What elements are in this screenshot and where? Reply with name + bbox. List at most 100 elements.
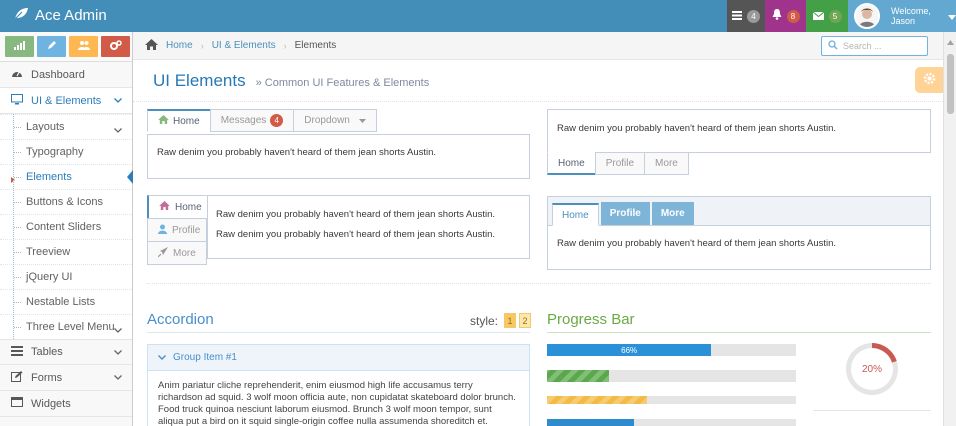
shortcut-chart-button[interactable] [5, 36, 34, 57]
bell-icon [772, 9, 782, 23]
easy-pie-chart-center: 20% [851, 348, 893, 390]
search-input[interactable]: Search ... [821, 36, 928, 56]
breadcrumb-home-link[interactable]: Home [166, 40, 193, 51]
sidebar-shortcuts [0, 32, 132, 62]
tab-home[interactable]: Home [547, 152, 596, 175]
search-placeholder: Search ... [843, 41, 882, 51]
accordion-title: Accordion [147, 311, 214, 328]
sidebar-subitem-layouts[interactable]: Layouts [0, 114, 132, 139]
accordion-group-1-header[interactable]: Group Item #1 [147, 344, 530, 371]
progress-title: Progress Bar [547, 311, 635, 328]
tab-profile[interactable]: Profile [600, 202, 650, 225]
accordion-group-1-body: Anim pariatur cliche reprehenderit, enim… [147, 371, 530, 426]
tabset-top: Home Messages 4 Dropdown [147, 109, 377, 132]
sidebar-subitem-treeview[interactable]: Treeview [0, 239, 132, 264]
breadcrumb: Home › UI & Elements › Elements Search .… [133, 32, 943, 60]
pie-divider [813, 410, 931, 411]
tab-more[interactable]: More [651, 202, 694, 225]
progress-bar-1-fill: 66% [547, 344, 712, 356]
sidebar-item-widgets[interactable]: Widgets [0, 391, 132, 417]
tab-profile[interactable]: Profile [594, 152, 646, 175]
notifications-button[interactable]: 8 [765, 0, 806, 32]
sidebar-item-tables[interactable]: Tables [0, 339, 132, 365]
accordion-group-text: Anim pariatur cliche reprehenderit, enim… [158, 380, 516, 426]
sidebar-subitem-three-level-menu[interactable]: Three Level Menu [0, 314, 132, 339]
home-icon [158, 115, 169, 127]
sidebar-item-ui-elements[interactable]: UI & Elements [0, 88, 132, 114]
welcome-text: Welcome, [891, 6, 931, 16]
chevron-down-icon [158, 352, 166, 363]
tab-label: Profile [609, 208, 641, 219]
tab-more[interactable]: More [147, 241, 207, 265]
settings-button[interactable] [915, 67, 943, 93]
caret-down-icon [947, 9, 956, 23]
tab-content-text: Raw denim you probably haven't heard of … [557, 123, 837, 134]
page-scrollbar[interactable] [943, 32, 956, 426]
sidebar-subitem-jquery-ui[interactable]: jQuery UI [0, 264, 132, 289]
shortcut-users-button[interactable] [69, 36, 98, 57]
sidebar-subitem-label: Buttons & Icons [26, 196, 104, 208]
chevron-down-icon [114, 124, 122, 136]
style-1-button[interactable]: 1 [504, 313, 517, 328]
tab-label: More [173, 247, 196, 259]
sidebar-subitem-label: Typography [26, 146, 84, 158]
style-2-button[interactable]: 2 [519, 313, 532, 328]
tab-label: Home [175, 201, 202, 213]
sidebar-item-forms[interactable]: Forms [0, 365, 132, 391]
sidebar-subitem-elements[interactable]: Elements [0, 164, 133, 189]
double-angle-right-icon: » [255, 77, 262, 89]
progress-bar-4 [547, 419, 796, 426]
scroll-up-icon[interactable] [947, 36, 954, 48]
chevron-down-icon [114, 373, 122, 382]
sidebar-subitem-nestable-lists[interactable]: Nestable Lists [0, 289, 132, 314]
sidebar-submenu: Layouts Typography Elements Buttons & Ic… [0, 114, 133, 339]
sidebar-item-label: Widgets [31, 397, 71, 410]
sidebar-item-dashboard[interactable]: Dashboard [0, 62, 132, 88]
main-content: UI Elements » Common UI Features & Eleme… [133, 61, 943, 426]
page-title: UI Elements [153, 71, 246, 90]
sidebar-subitem-label: Layouts [26, 121, 65, 133]
brand-name: Ace Admin [35, 7, 107, 24]
tab-label: More [660, 208, 685, 219]
user-menu[interactable]: Welcome, Jason [848, 0, 956, 32]
tab-label: More [655, 158, 678, 169]
style-label: style: [470, 313, 499, 328]
scrollbar-thumb[interactable] [947, 54, 954, 114]
home-icon[interactable] [145, 38, 158, 53]
user-icon [158, 224, 167, 237]
sidebar-subitem-content-sliders[interactable]: Content Sliders [0, 214, 132, 239]
tab-profile[interactable]: Profile [147, 218, 207, 242]
progress-bar-3-fill [547, 396, 647, 404]
tab-messages[interactable]: Messages 4 [209, 109, 295, 132]
tab-label: Messages [220, 115, 267, 126]
tab-label: Profile [605, 158, 635, 169]
brand[interactable]: Ace Admin [14, 7, 107, 24]
breadcrumb-section-link[interactable]: UI & Elements [212, 40, 276, 51]
sidebar-subitem-buttons-icons[interactable]: Buttons & Icons [0, 189, 132, 214]
sidebar-subitem-typography[interactable]: Typography [0, 139, 132, 164]
accordion-style-switch: style: 1 2 [470, 313, 532, 328]
chevron-down-icon [114, 96, 122, 105]
messages-tab-badge: 4 [270, 114, 284, 127]
tab-more[interactable]: More [644, 152, 689, 175]
messages-badge: 5 [828, 9, 842, 23]
tab-dropdown[interactable]: Dropdown [293, 109, 377, 132]
progress-bar-3 [547, 396, 796, 404]
tabset-blue-panel: Raw denim you probably haven't heard of … [548, 226, 930, 261]
sidebar-subitem-label: Nestable Lists [26, 296, 96, 308]
sidebar-subitem-label: Three Level Menu [26, 321, 115, 333]
tab-label: Home [173, 115, 200, 127]
caret-right-icon [11, 174, 15, 186]
tab-home[interactable]: Home [147, 195, 207, 219]
tab-home[interactable]: Home [147, 109, 211, 132]
shortcut-pencil-button[interactable] [37, 36, 66, 57]
cogs-icon [109, 40, 122, 53]
tab-home[interactable]: Home [552, 203, 599, 226]
navbar: Ace Admin 4 8 5 Welcome, Jason [0, 0, 956, 32]
tasks-button[interactable]: 4 [727, 0, 765, 32]
messages-button[interactable]: 5 [806, 0, 848, 32]
tabset-blue: Home Profile More Raw denim you probably… [547, 196, 931, 270]
tasks-icon [732, 9, 742, 23]
tasks-badge: 4 [747, 9, 760, 23]
shortcut-cogs-button[interactable] [101, 36, 130, 57]
